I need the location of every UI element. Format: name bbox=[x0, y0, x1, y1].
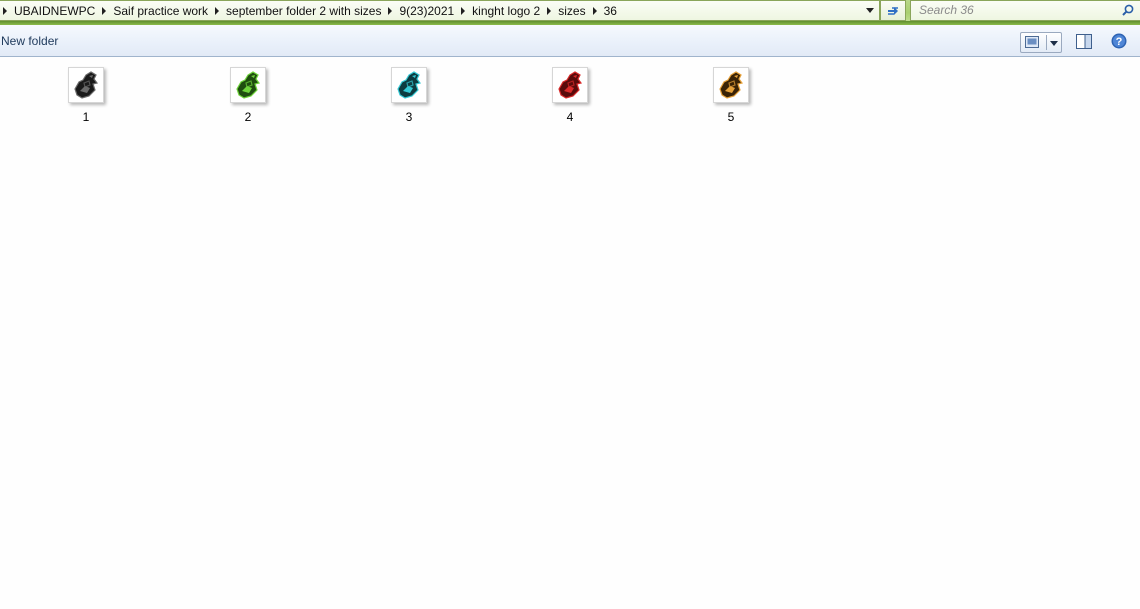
breadcrumb-item-computer[interactable]: UBAIDNEWPC bbox=[14, 4, 95, 18]
command-bar: New folder ? bbox=[0, 25, 1140, 57]
file-list[interactable]: 1 2 3 4 5 bbox=[0, 57, 1140, 609]
breadcrumb-item-folder[interactable]: september folder 2 with sizes bbox=[226, 4, 381, 18]
breadcrumb-item-current[interactable]: 36 bbox=[604, 4, 617, 18]
search-box[interactable]: Search 36 bbox=[910, 0, 1140, 21]
knight-logo-icon bbox=[558, 71, 583, 99]
change-view-icon bbox=[1025, 36, 1039, 48]
file-thumbnail[interactable] bbox=[713, 67, 749, 103]
file-item[interactable]: 3 bbox=[379, 67, 439, 127]
file-thumbnail[interactable] bbox=[68, 67, 104, 103]
change-view-button[interactable] bbox=[1020, 32, 1062, 53]
knight-logo-icon bbox=[397, 71, 422, 99]
refresh-icon bbox=[888, 6, 898, 15]
knight-logo-icon bbox=[74, 71, 99, 99]
breadcrumb-arrow-icon[interactable] bbox=[592, 6, 597, 15]
file-name: 1 bbox=[82, 110, 90, 124]
address-bar[interactable]: UBAIDNEWPC Saif practice work september … bbox=[0, 0, 880, 21]
file-thumbnail[interactable] bbox=[391, 67, 427, 103]
file-item[interactable]: 4 bbox=[540, 67, 600, 127]
file-thumbnail[interactable] bbox=[552, 67, 588, 103]
breadcrumb-arrow-icon[interactable] bbox=[102, 6, 107, 15]
breadcrumb-arrow-icon[interactable] bbox=[461, 6, 466, 15]
file-name: 4 bbox=[566, 110, 574, 124]
preview-pane-icon[interactable] bbox=[1076, 34, 1092, 49]
button-divider bbox=[1046, 35, 1047, 50]
svg-text:?: ? bbox=[1116, 36, 1123, 48]
breadcrumb-item-folder[interactable]: kinght logo 2 bbox=[472, 4, 540, 18]
breadcrumb-arrow-icon[interactable] bbox=[547, 6, 552, 15]
file-name: 5 bbox=[727, 110, 735, 124]
breadcrumb-item-folder[interactable]: 9(23)2021 bbox=[399, 4, 454, 18]
knight-logo-icon bbox=[719, 71, 744, 99]
new-folder-button[interactable]: New folder bbox=[1, 34, 58, 48]
breadcrumb: UBAIDNEWPC Saif practice work september … bbox=[3, 1, 617, 20]
breadcrumb-item-folder[interactable]: Saif practice work bbox=[113, 4, 208, 18]
file-thumbnail[interactable] bbox=[230, 67, 266, 103]
address-bar-row: UBAIDNEWPC Saif practice work september … bbox=[0, 0, 1140, 23]
file-item[interactable]: 1 bbox=[56, 67, 116, 127]
breadcrumb-arrow-icon[interactable] bbox=[388, 6, 393, 15]
chevron-down-icon[interactable] bbox=[1050, 41, 1058, 46]
search-icon[interactable] bbox=[1122, 4, 1134, 16]
file-item[interactable]: 5 bbox=[701, 67, 761, 127]
address-history-dropdown-icon[interactable] bbox=[866, 8, 874, 13]
search-input[interactable]: Search 36 bbox=[919, 3, 974, 17]
breadcrumb-item-folder[interactable]: sizes bbox=[558, 4, 585, 18]
knight-logo-icon bbox=[236, 71, 261, 99]
help-icon[interactable]: ? bbox=[1111, 33, 1127, 49]
file-item[interactable]: 2 bbox=[218, 67, 278, 127]
refresh-button[interactable] bbox=[880, 0, 906, 21]
file-name: 2 bbox=[244, 110, 252, 124]
breadcrumb-arrow-icon[interactable] bbox=[3, 6, 7, 15]
file-name: 3 bbox=[405, 110, 413, 124]
breadcrumb-arrow-icon[interactable] bbox=[215, 6, 220, 15]
